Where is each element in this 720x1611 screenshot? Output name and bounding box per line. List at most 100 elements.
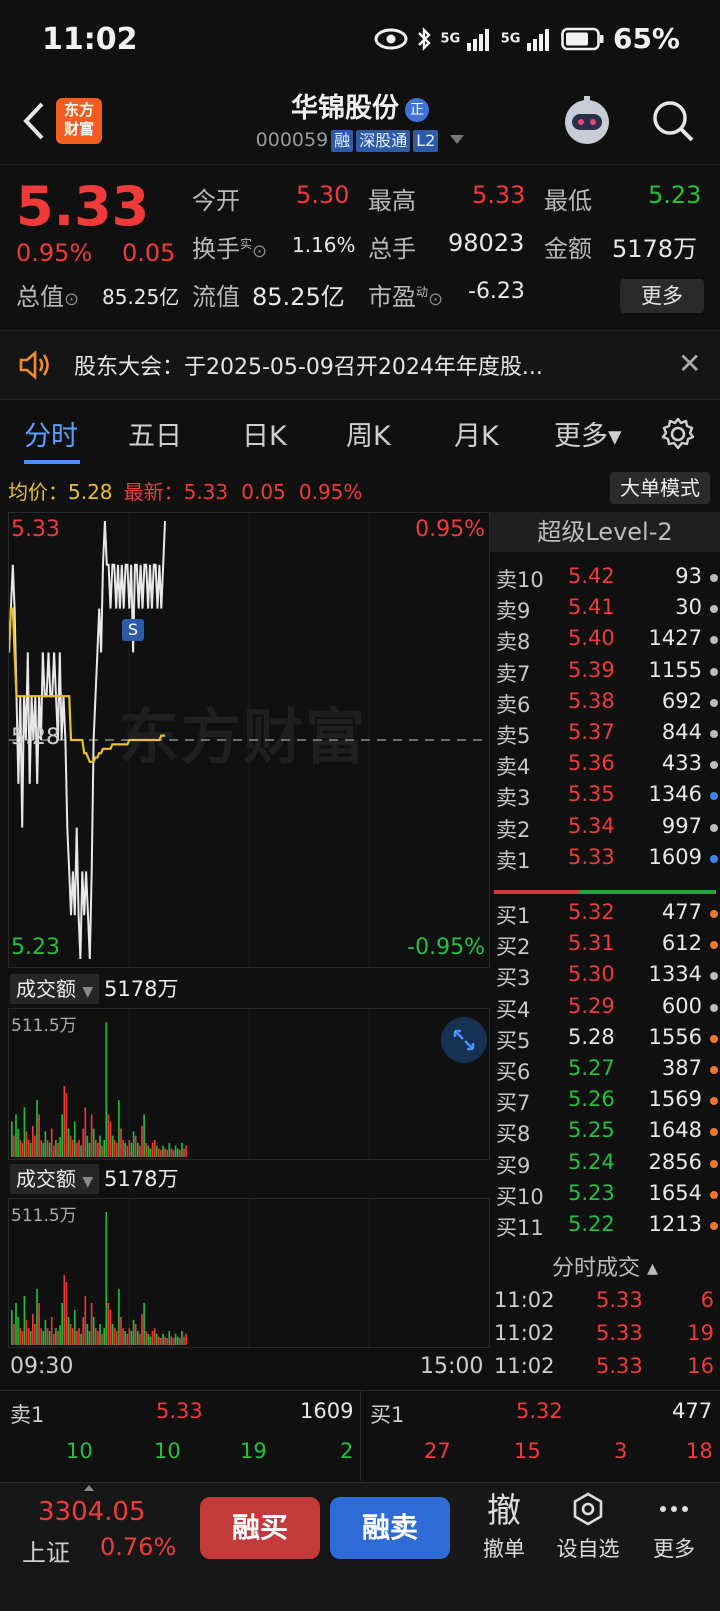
level-volume: 2856 xyxy=(648,1149,702,1174)
tag-margin[interactable]: 融 xyxy=(331,130,354,152)
info-icon[interactable]: ⊙ xyxy=(64,289,79,310)
margin-sell-button[interactable]: 融卖 xyxy=(330,1497,450,1559)
tag-level2[interactable]: L2 xyxy=(413,130,439,152)
volume-bar xyxy=(55,1328,57,1345)
ask-row[interactable]: 卖2 5.34 997 xyxy=(490,814,720,846)
close-icon[interactable]: ✕ xyxy=(678,347,701,380)
volume-bar xyxy=(34,1324,36,1345)
volume-bar xyxy=(170,1336,173,1345)
volume-bar xyxy=(116,1331,118,1345)
level-dot xyxy=(710,1066,718,1074)
mktcap-label[interactable]: 总值⊙ xyxy=(16,277,79,312)
search-icon[interactable] xyxy=(650,98,696,144)
bid-row[interactable]: 买1 5.32 477 xyxy=(490,900,720,932)
bid-row[interactable]: 买6 5.27 387 xyxy=(490,1056,720,1088)
volume-type-select[interactable]: 成交额 ▼ xyxy=(10,974,100,1004)
bid-row[interactable]: 买3 5.30 1334 xyxy=(490,962,720,994)
add-watchlist-button[interactable]: 设自选 xyxy=(548,1491,628,1563)
info-icon[interactable]: ⊙ xyxy=(252,241,267,262)
volume-bar xyxy=(29,1331,32,1345)
level-label: 卖8 xyxy=(496,630,531,655)
volume-chart-2[interactable]: 511.5万 xyxy=(8,1198,490,1348)
level-dot xyxy=(710,1034,718,1043)
tab-intraday[interactable]: 分时 xyxy=(24,414,78,453)
volume-type-select[interactable]: 成交额 ▼ xyxy=(10,1164,100,1194)
volume-bar xyxy=(78,1328,80,1345)
chevron-down-icon: ▼ xyxy=(82,1174,94,1190)
volume-bar xyxy=(107,1303,110,1345)
signal-label: 5G xyxy=(500,31,521,46)
index-value[interactable]: 3304.05 xyxy=(38,1497,146,1527)
volume-label: 总手 xyxy=(368,235,416,263)
bluetooth-icon xyxy=(418,26,432,51)
sell-signal-marker[interactable]: S xyxy=(122,619,144,641)
tab-more[interactable]: 更多▾ xyxy=(554,414,622,453)
index-name[interactable]: 上证 xyxy=(22,1533,70,1568)
volume-bar xyxy=(99,1324,101,1345)
turnover-label[interactable]: 换手实⊙ xyxy=(192,229,267,264)
volume-bar xyxy=(113,1328,116,1345)
chevron-down-icon[interactable] xyxy=(450,135,465,144)
turnover-value: 1.16% xyxy=(292,233,356,257)
ask-row[interactable]: 卖7 5.39 1155 xyxy=(490,658,720,690)
latest-label: 最新： xyxy=(123,480,184,504)
pe-label[interactable]: 市盈动⊙ xyxy=(368,277,443,312)
cancel-order-button[interactable]: 撤 撤单 xyxy=(464,1491,544,1563)
speaker-icon xyxy=(19,350,49,380)
trade-volume: 16 xyxy=(687,1354,714,1378)
margin-buy-button[interactable]: 融买 xyxy=(200,1497,320,1559)
expand-chart-button[interactable] xyxy=(441,1017,487,1063)
info-icon[interactable]: ⊙ xyxy=(428,289,443,310)
ask-row[interactable]: 卖3 5.35 1346 xyxy=(490,782,720,814)
bid-row[interactable]: 买10 5.23 1654 xyxy=(490,1181,720,1213)
order-book: 超级Level-2 卖10 5.42 93 卖9 5.41 30 卖8 5.40 1427 卖7 5… xyxy=(490,512,720,1392)
ask-row[interactable]: 卖9 5.41 30 xyxy=(490,595,720,627)
tag-connect[interactable]: 深股通 xyxy=(356,130,411,152)
back-arrow-icon[interactable] xyxy=(14,96,54,146)
volume-chart-1[interactable]: 511.5万 xyxy=(8,1008,490,1160)
bid-row[interactable]: 买9 5.24 2856 xyxy=(490,1150,720,1182)
volume-bar xyxy=(124,1142,126,1157)
time-axis-end: 15:00 xyxy=(420,1354,484,1379)
ask-row[interactable]: 卖5 5.37 844 xyxy=(490,720,720,752)
robot-assistant-icon[interactable] xyxy=(560,94,614,148)
buy-queue-item: 3 xyxy=(614,1439,628,1463)
ask-row[interactable]: 卖4 5.36 433 xyxy=(490,751,720,783)
bid-row[interactable]: 买11 5.22 1213 xyxy=(490,1212,720,1244)
cancel-icon: 撤 xyxy=(487,1491,521,1531)
volume-bar xyxy=(134,1324,137,1345)
bid-row[interactable]: 买7 5.26 1569 xyxy=(490,1087,720,1119)
avg-label: 均价： xyxy=(8,480,68,504)
order-book-title[interactable]: 超级Level-2 xyxy=(490,512,720,552)
ask-row[interactable]: 卖8 5.40 1427 xyxy=(490,626,720,658)
volume-bar xyxy=(103,1328,105,1345)
expand-icon xyxy=(453,1029,475,1051)
ask-row[interactable]: 卖6 5.38 692 xyxy=(490,689,720,721)
more-menu-button[interactable]: 更多 xyxy=(634,1491,714,1563)
level-volume: 1569 xyxy=(648,1087,702,1112)
index-expand-arrow-icon[interactable] xyxy=(84,1485,94,1491)
bid-row[interactable]: 买8 5.25 1648 xyxy=(490,1118,720,1150)
volume-bar xyxy=(168,1331,171,1345)
tab-daily-k[interactable]: 日K xyxy=(242,414,287,453)
gear-icon[interactable] xyxy=(660,416,696,452)
notice-banner[interactable]: 股东大会：于2025-05-09召开2024年年度股... ✕ xyxy=(0,330,720,400)
bid-row[interactable]: 买4 5.29 600 xyxy=(490,994,720,1026)
trades-title[interactable]: 分时成交 ▴ xyxy=(490,1250,720,1282)
volume-bar xyxy=(74,1121,76,1157)
tab-five-day[interactable]: 五日 xyxy=(128,414,182,453)
tab-weekly-k[interactable]: 周K xyxy=(346,414,391,453)
big-order-mode-button[interactable]: 大单模式 xyxy=(610,472,710,504)
bid-row[interactable]: 买5 5.28 1556 xyxy=(490,1025,720,1057)
ask-row[interactable]: 卖10 5.42 93 xyxy=(490,564,720,596)
ask-row[interactable]: 卖1 5.33 1609 xyxy=(490,845,720,877)
volume-type-label: 成交额 xyxy=(16,977,76,1001)
more-quote-button[interactable]: 更多 xyxy=(620,279,704,313)
bid-row[interactable]: 买2 5.31 612 xyxy=(490,931,720,963)
volume-bar xyxy=(101,1333,103,1345)
tab-monthly-k[interactable]: 月K xyxy=(454,414,499,453)
index-change[interactable]: 0.76% xyxy=(100,1533,176,1561)
intraday-chart[interactable]: 东方财富 5.33 0.95% 5.28 5.23 -0.95% S xyxy=(8,512,490,968)
buy-queue-item: 15 xyxy=(514,1439,541,1463)
best-sell-label: 卖1 xyxy=(10,1403,45,1427)
